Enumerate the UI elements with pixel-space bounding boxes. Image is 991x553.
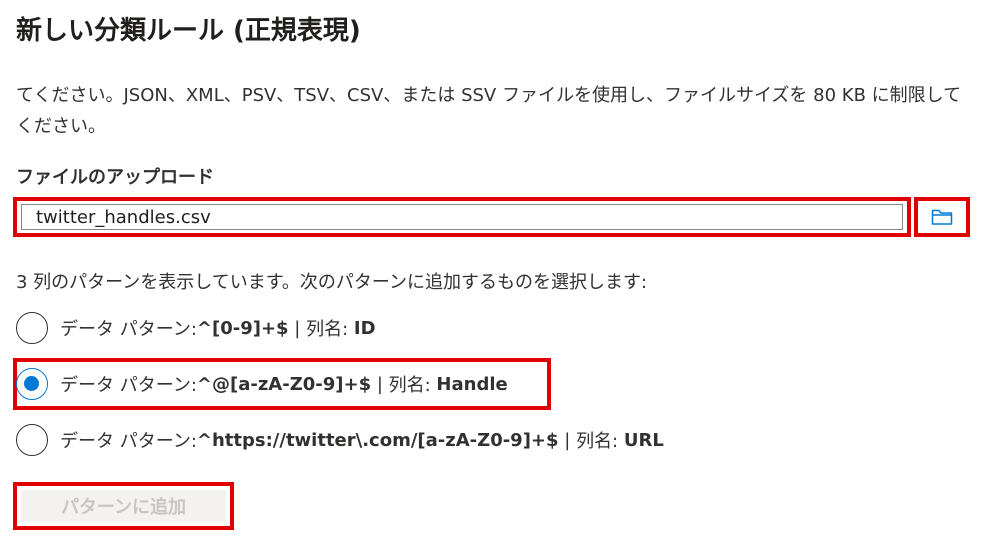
file-upload-label: ファイルのアップロード (16, 167, 214, 188)
pattern-option-id[interactable]: データ パターン: ^[0-9]+$ | 列名: ID (16, 310, 376, 346)
patterns-summary: 3 列のパターンを表示しています。次のパターンに追加するものを選択します: (16, 272, 648, 293)
option-column-label: 列名: (576, 431, 624, 452)
radio-button[interactable] (16, 424, 48, 456)
browse-file-button[interactable] (914, 197, 970, 237)
option-column-label: 列名: (388, 375, 437, 396)
option-column-label: 列名: (306, 319, 354, 340)
option-prefix: データ パターン: (60, 319, 197, 340)
file-name-field[interactable]: twitter_handles.csv (21, 204, 903, 230)
option-separator: | (288, 317, 307, 339)
pattern-option-url[interactable]: データ パターン: ^https://twitter\.com/[a-zA-Z0-… (16, 422, 664, 458)
pattern-option-handle[interactable]: データ パターン: ^@[a-zA-Z0-9]+$ | 列名: Handle (16, 366, 508, 402)
option-pattern: ^@[a-zA-Z0-9]+$ (196, 373, 372, 395)
file-field-highlight: twitter_handles.csv (13, 197, 911, 237)
option-prefix: データ パターン: (60, 375, 197, 396)
folder-icon (931, 209, 953, 225)
upload-instructions: てください。JSON、XML、PSV、TSV、CSV、または SSV ファイルを… (16, 85, 962, 137)
option-pattern: ^[0-9]+$ (196, 317, 289, 339)
option-separator: | (558, 429, 577, 451)
option-column: URL (623, 429, 664, 451)
add-pattern-button[interactable]: パターンに追加 (21, 490, 226, 522)
option-pattern: ^https://twitter\.com/[a-zA-Z0-9]+$ (196, 429, 559, 451)
add-button-highlight: パターンに追加 (13, 482, 234, 530)
radio-button[interactable] (16, 312, 48, 344)
option-separator: | (371, 373, 389, 395)
page-title: 新しい分類ルール (正規表現) (16, 16, 361, 46)
option-column: ID (353, 317, 376, 339)
radio-button-selected[interactable] (16, 368, 48, 400)
option-column: Handle (436, 373, 508, 395)
classification-rule-panel: 新しい分類ルール (正規表現) てください。JSON、XML、PSV、TSV、C… (0, 0, 991, 553)
option-prefix: データ パターン: (60, 431, 197, 452)
